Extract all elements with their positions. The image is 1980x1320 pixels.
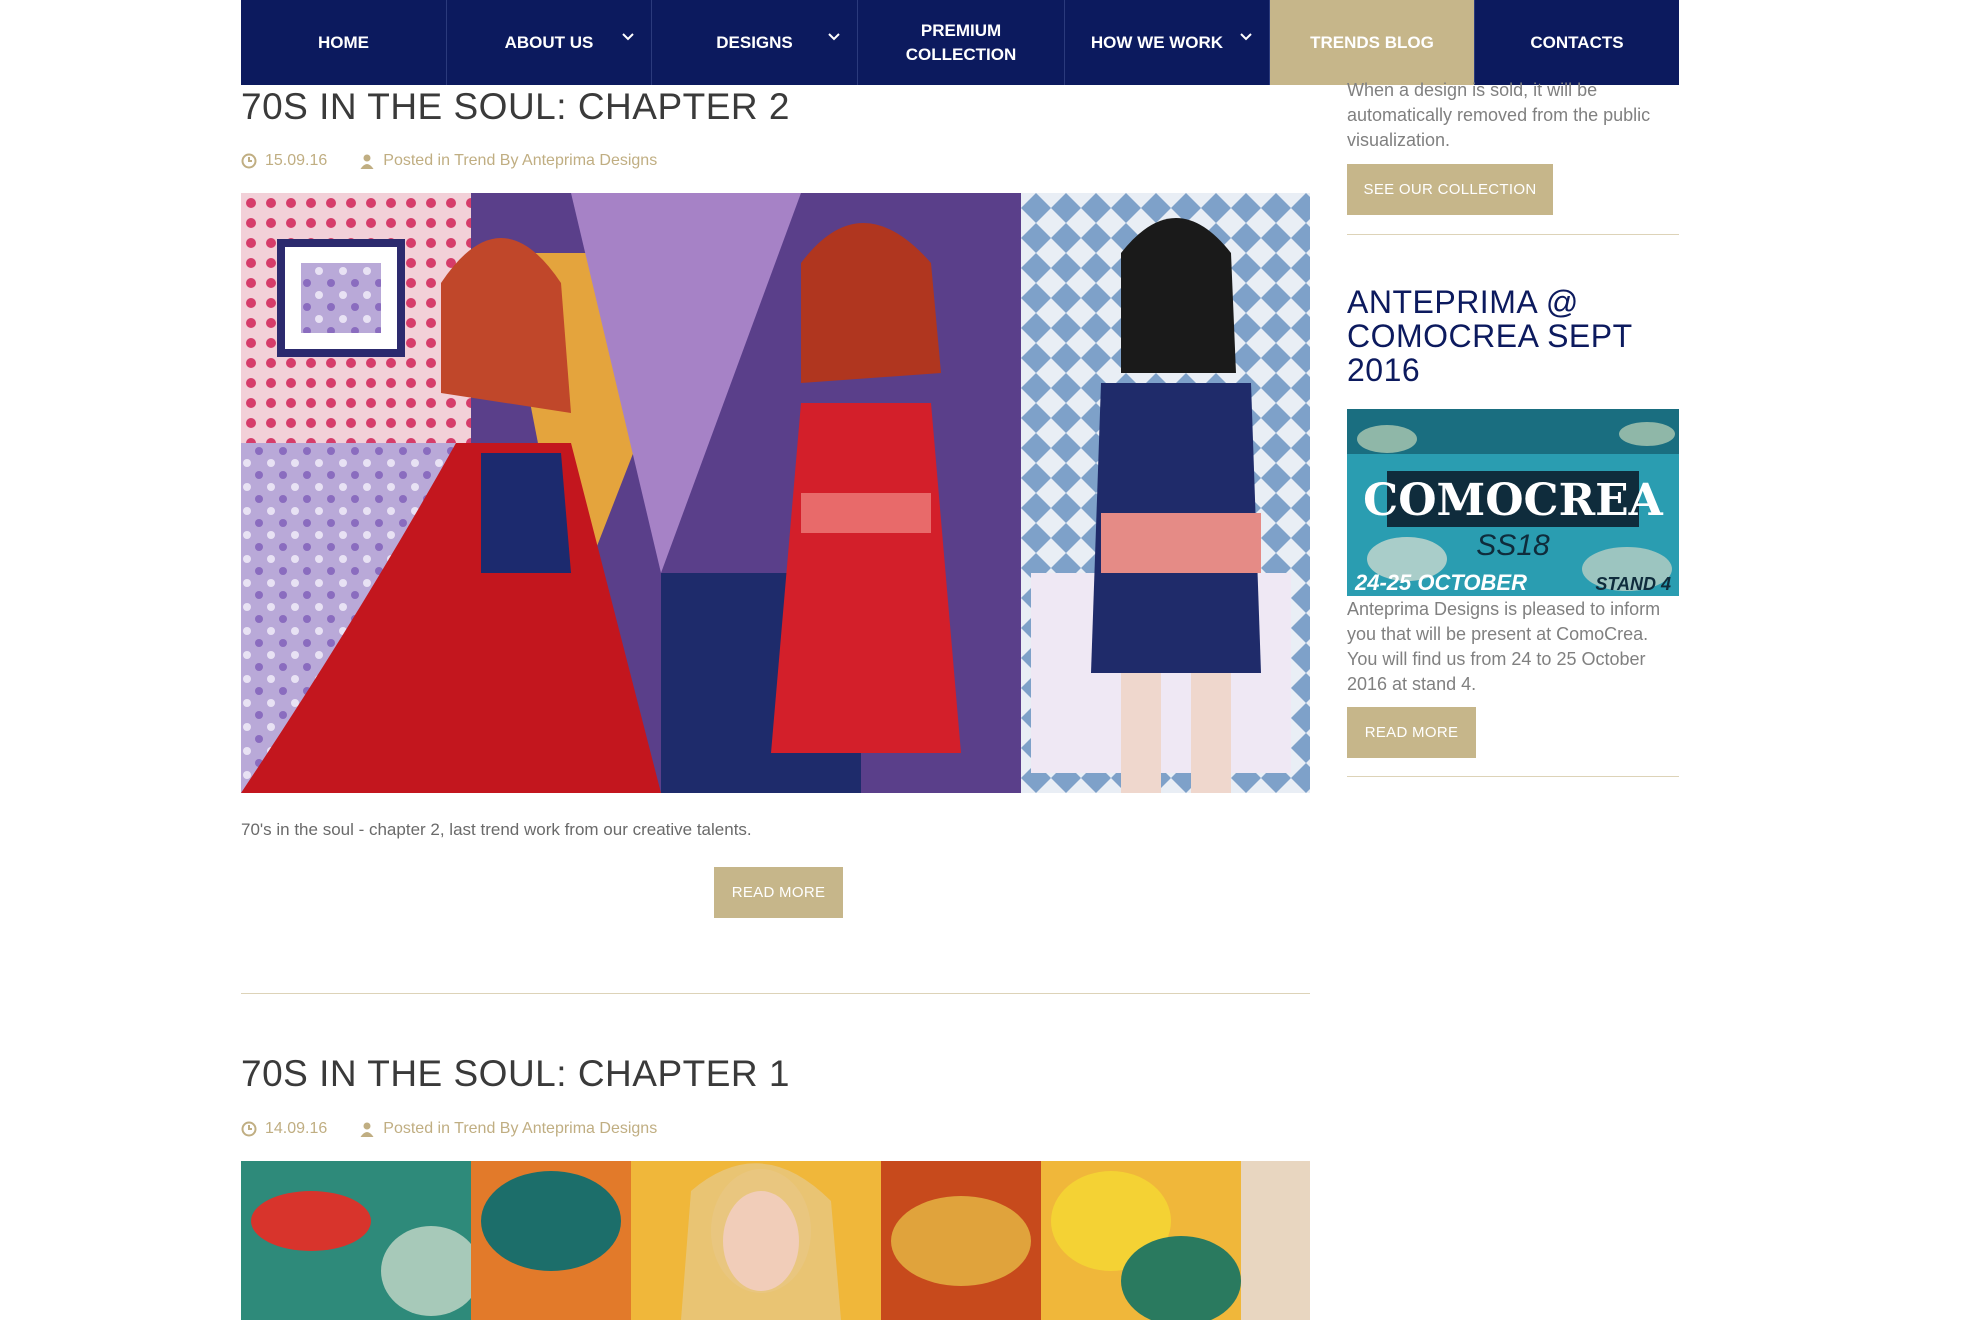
post-category[interactable]: Posted in Trend By Anteprima Designs — [383, 152, 657, 170]
post-title[interactable]: 70S IN THE SOUL: CHAPTER 1 — [241, 1053, 790, 1095]
banner-season: SS18 — [1476, 529, 1550, 562]
main-nav: HOME ABOUT US DESIGNS PREMIUM COLLECTION… — [241, 0, 1679, 85]
clock-icon — [241, 1121, 257, 1137]
read-more-button[interactable]: READ MORE — [714, 867, 843, 918]
post-title[interactable]: 70S IN THE SOUL: CHAPTER 2 — [241, 86, 790, 128]
banner-stand: STAND 4 — [1595, 574, 1671, 594]
post-category[interactable]: Posted in Trend By Anteprima Designs — [383, 1120, 657, 1138]
banner-dates: 24-25 OCTOBER — [1354, 570, 1527, 595]
post-featured-image[interactable] — [241, 193, 1310, 793]
user-icon — [360, 1122, 374, 1137]
chevron-down-icon — [828, 33, 840, 41]
event-heading[interactable]: ANTEPRIMA @ COMOCREA SEPT 2016 — [1347, 285, 1679, 387]
nav-label: HOW WE WORK — [1090, 32, 1224, 52]
post-excerpt: 70's in the soul - chapter 2, last trend… — [241, 820, 752, 839]
post-date: 14.09.16 — [265, 1120, 328, 1137]
nav-label: CONTACTS — [1530, 32, 1624, 52]
nav-label: HOME — [318, 32, 369, 52]
post-date: 15.09.16 — [265, 152, 328, 169]
banner-graphic: COMOCREA SS18 24-25 OCTOBER STAND 4 — [1347, 409, 1679, 596]
tropical-print-image — [241, 1161, 1310, 1320]
nav-item-contacts[interactable]: CONTACTS — [1475, 0, 1679, 85]
event-description: Anteprima Designs is pleased to inform y… — [1347, 599, 1661, 694]
event-read-more-button[interactable]: READ MORE — [1347, 707, 1476, 758]
fashion-collage-image — [241, 193, 1310, 793]
comocrea-banner[interactable]: COMOCREA SS18 24-25 OCTOBER STAND 4 — [1347, 409, 1679, 596]
collection-note: When a design is sold, it will be automa… — [1347, 80, 1651, 150]
user-icon — [360, 154, 374, 169]
clock-icon — [241, 153, 257, 169]
chevron-down-icon — [622, 33, 634, 41]
nav-item-about-us[interactable]: ABOUT US — [447, 0, 652, 85]
nav-item-trends-blog[interactable]: TRENDS BLOG — [1270, 0, 1475, 85]
nav-item-home[interactable]: HOME — [241, 0, 447, 85]
post-featured-image[interactable] — [241, 1161, 1310, 1320]
see-collection-button[interactable]: SEE OUR COLLECTION — [1347, 164, 1553, 215]
nav-label: PREMIUM COLLECTION — [905, 20, 1017, 64]
sidebar-divider — [1347, 234, 1679, 235]
nav-item-how-we-work[interactable]: HOW WE WORK — [1065, 0, 1270, 85]
sidebar-divider — [1347, 776, 1679, 777]
banner-title: COMOCREA — [1363, 475, 1664, 526]
post-meta: 14.09.16 Posted in Trend By Anteprima De… — [241, 1120, 657, 1138]
nav-label: DESIGNS — [716, 32, 793, 52]
nav-label: TRENDS BLOG — [1310, 32, 1434, 52]
chevron-down-icon — [1240, 33, 1252, 41]
nav-label: ABOUT US — [504, 32, 594, 52]
nav-item-premium-collection[interactable]: PREMIUM COLLECTION — [858, 0, 1065, 85]
post-meta: 15.09.16 Posted in Trend By Anteprima De… — [241, 152, 657, 170]
post-divider — [241, 993, 1310, 994]
nav-item-designs[interactable]: DESIGNS — [652, 0, 858, 85]
